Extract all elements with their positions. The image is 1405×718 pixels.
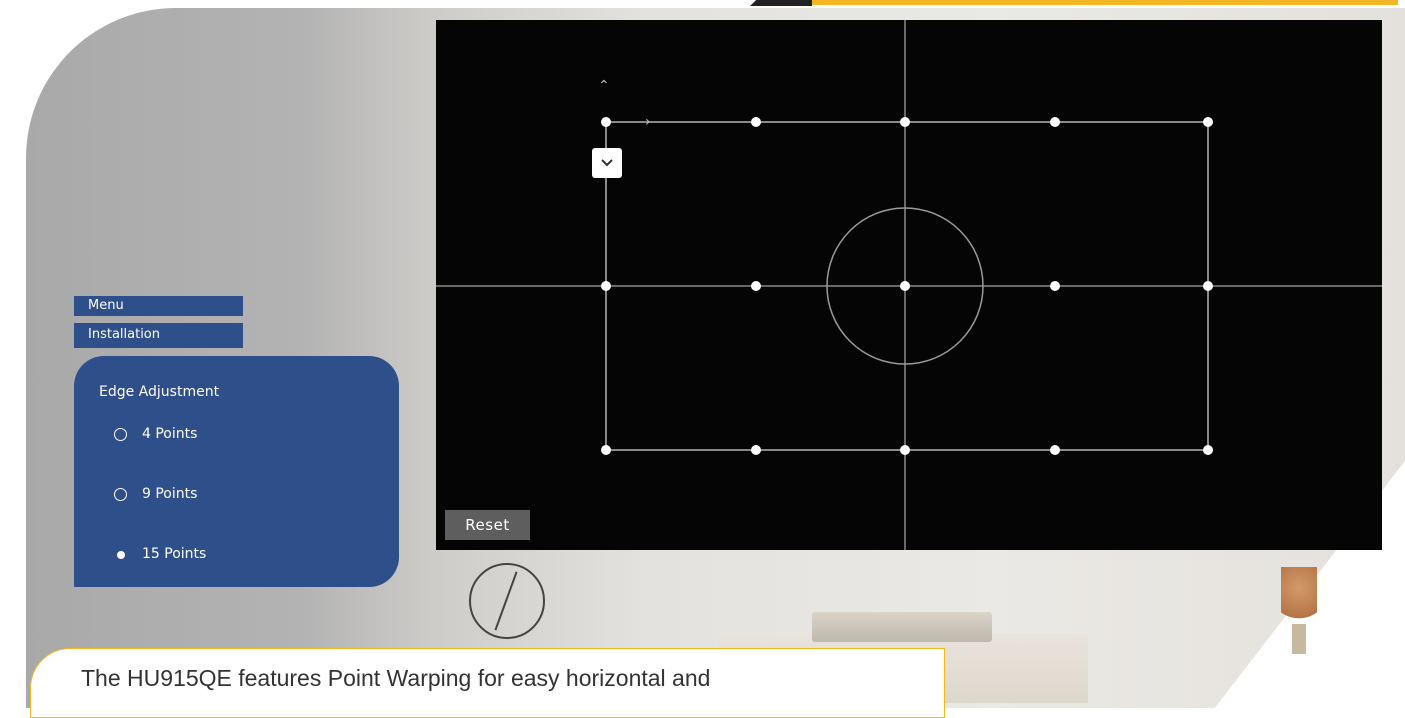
radio-4-points[interactable] [114,427,127,441]
control-point-1-4[interactable] [1203,281,1213,291]
control-point-0-4[interactable] [1203,117,1213,127]
control-point-2-4[interactable] [1203,445,1213,455]
chevron-down-icon [601,159,613,167]
option-label: 9 Points [142,486,198,502]
decor-sculpture [1281,567,1317,627]
edge-adjustment-panel: Edge Adjustment 4 Points 9 Points 15 Poi… [74,356,399,587]
caption-card: The HU915QE features Point Warping for e… [30,648,945,718]
control-point-1-2[interactable] [900,281,910,291]
option-4-points[interactable]: 4 Points [114,426,197,442]
control-point-0-2[interactable] [900,117,910,127]
reset-button[interactable]: Reset [445,510,530,540]
top-dark-accent [750,0,812,6]
control-point-1-1[interactable] [751,281,761,291]
control-point-1-3[interactable] [1050,281,1060,291]
chevron-up-icon[interactable]: ⌃ [598,78,610,94]
option-label: 4 Points [142,426,198,442]
chevron-right-icon[interactable]: › [645,114,651,130]
sculpture-stand [1292,624,1306,654]
wall-clock [469,563,545,639]
control-point-2-1[interactable] [751,445,761,455]
chevron-down-button[interactable] [592,148,622,178]
breadcrumb-menu[interactable]: Menu [74,296,243,316]
control-point-2-2[interactable] [900,445,910,455]
control-point-2-3[interactable] [1050,445,1060,455]
projector-device [812,612,992,642]
control-point-0-3[interactable] [1050,117,1060,127]
radio-9-points[interactable] [114,487,127,501]
control-point-0-1[interactable] [751,117,761,127]
control-point-0-0[interactable] [601,117,611,127]
caption-text: The HU915QE features Point Warping for e… [81,665,711,691]
breadcrumb-installation[interactable]: Installation [74,323,243,348]
warp-grid [436,20,1382,550]
option-label: 15 Points [142,546,207,562]
panel-title: Edge Adjustment [99,384,220,400]
top-orange-accent [812,0,1398,5]
option-9-points[interactable]: 9 Points [114,486,197,502]
control-point-1-0[interactable] [601,281,611,291]
control-point-2-0[interactable] [601,445,611,455]
option-15-points[interactable]: 15 Points [114,546,206,562]
radio-15-points[interactable] [114,548,127,561]
projection-screen [436,20,1382,550]
